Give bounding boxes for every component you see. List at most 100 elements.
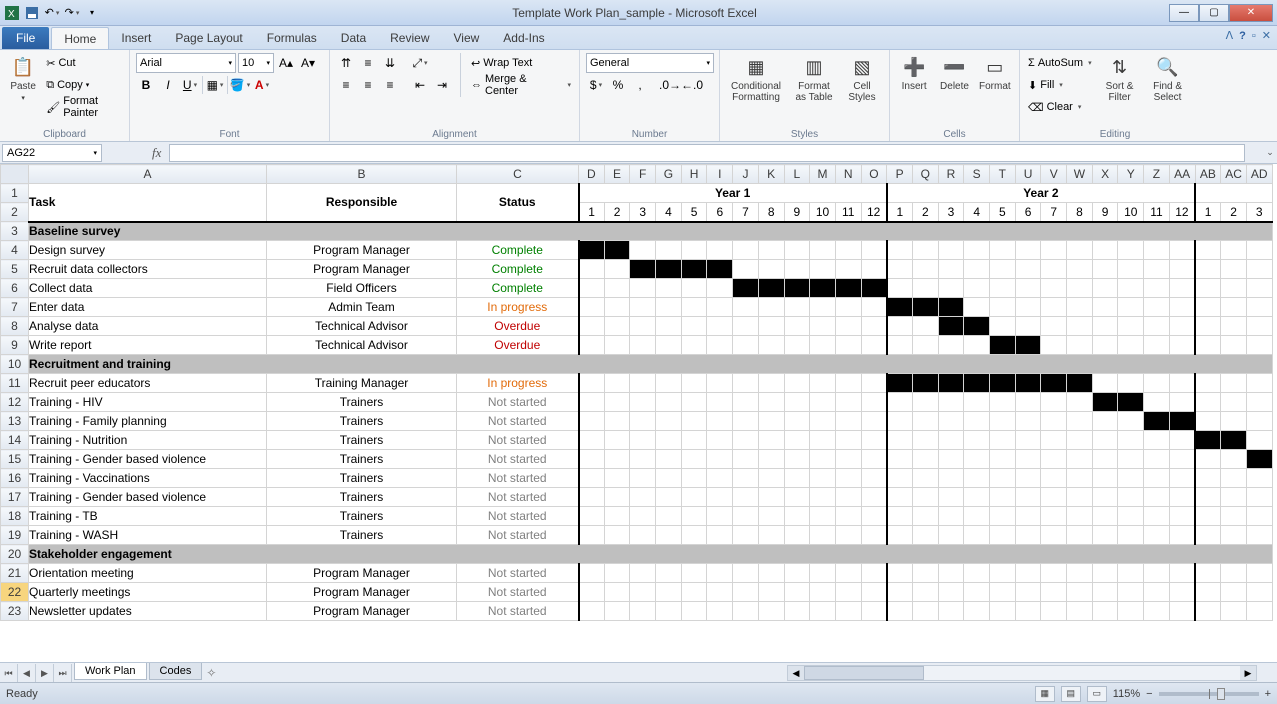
gantt-cell[interactable] — [630, 393, 656, 412]
gantt-cell[interactable] — [784, 412, 810, 431]
format-as-table-button[interactable]: ▥Format as Table — [790, 53, 838, 105]
gantt-cell[interactable] — [681, 469, 707, 488]
gantt-cell[interactable] — [784, 583, 810, 602]
gantt-cell[interactable] — [656, 450, 682, 469]
gantt-cell[interactable] — [758, 583, 784, 602]
gantt-cell[interactable] — [579, 602, 605, 621]
gantt-cell[interactable] — [887, 279, 913, 298]
gantt-cell[interactable] — [681, 336, 707, 355]
gantt-cell[interactable] — [1195, 279, 1221, 298]
row-header[interactable]: 15 — [1, 450, 29, 469]
gantt-cell[interactable] — [938, 488, 964, 507]
cell-responsible[interactable]: Admin Team — [267, 298, 457, 317]
gantt-cell[interactable] — [1169, 317, 1195, 336]
row-header[interactable]: 16 — [1, 469, 29, 488]
gantt-cell[interactable] — [1144, 488, 1170, 507]
gantt-cell[interactable] — [1221, 431, 1247, 450]
sheet-next-icon[interactable]: ▶ — [36, 664, 54, 682]
column-header[interactable]: A — [29, 165, 267, 184]
gantt-cell[interactable] — [579, 469, 605, 488]
gantt-cell[interactable] — [810, 602, 836, 621]
gantt-cell[interactable] — [1246, 298, 1272, 317]
gantt-cell[interactable] — [1067, 336, 1093, 355]
gantt-cell[interactable] — [861, 317, 887, 336]
gantt-cell[interactable] — [758, 279, 784, 298]
accounting-format-button[interactable]: $ — [586, 75, 606, 95]
gantt-cell[interactable] — [707, 507, 733, 526]
gantt-cell[interactable] — [784, 241, 810, 260]
row-header[interactable]: 10 — [1, 355, 29, 374]
gantt-cell[interactable] — [1169, 260, 1195, 279]
cell-responsible[interactable]: Technical Advisor — [267, 336, 457, 355]
column-header[interactable]: AB — [1195, 165, 1221, 184]
gantt-cell[interactable] — [1118, 336, 1144, 355]
gantt-cell[interactable] — [707, 602, 733, 621]
gantt-cell[interactable] — [964, 336, 990, 355]
gantt-cell[interactable] — [630, 317, 656, 336]
gantt-cell[interactable] — [1041, 431, 1067, 450]
cell-task[interactable]: Enter data — [29, 298, 267, 317]
column-header[interactable]: C — [457, 165, 579, 184]
gantt-cell[interactable] — [758, 336, 784, 355]
gantt-cell[interactable] — [707, 431, 733, 450]
gantt-cell[interactable] — [1144, 260, 1170, 279]
gantt-cell[interactable] — [758, 241, 784, 260]
gantt-cell[interactable] — [1067, 393, 1093, 412]
gantt-cell[interactable] — [784, 431, 810, 450]
row-header[interactable]: 8 — [1, 317, 29, 336]
cell-responsible[interactable]: Trainers — [267, 450, 457, 469]
cell-task[interactable]: Design survey — [29, 241, 267, 260]
gantt-cell[interactable] — [758, 469, 784, 488]
gantt-cell[interactable] — [579, 488, 605, 507]
gantt-cell[interactable] — [1092, 317, 1118, 336]
column-header[interactable]: Y — [1118, 165, 1144, 184]
gantt-cell[interactable] — [579, 336, 605, 355]
gantt-cell[interactable] — [1015, 450, 1041, 469]
gantt-cell[interactable] — [1118, 279, 1144, 298]
gantt-cell[interactable] — [835, 602, 861, 621]
cell-status[interactable]: Not started — [457, 488, 579, 507]
cell-responsible[interactable]: Program Manager — [267, 241, 457, 260]
gantt-cell[interactable] — [604, 298, 630, 317]
gantt-cell[interactable] — [810, 564, 836, 583]
gantt-cell[interactable] — [990, 488, 1016, 507]
gantt-cell[interactable] — [1015, 602, 1041, 621]
gantt-cell[interactable] — [990, 583, 1016, 602]
gantt-cell[interactable] — [1246, 602, 1272, 621]
gantt-cell[interactable] — [707, 260, 733, 279]
gantt-cell[interactable] — [887, 412, 913, 431]
sheet-prev-icon[interactable]: ◀ — [18, 664, 36, 682]
gantt-cell[interactable] — [1144, 241, 1170, 260]
merge-center-button[interactable]: ⇔Merge & Center — [469, 75, 573, 95]
gantt-cell[interactable] — [835, 526, 861, 545]
gantt-cell[interactable] — [1221, 393, 1247, 412]
gantt-cell[interactable] — [579, 507, 605, 526]
gantt-cell[interactable] — [758, 507, 784, 526]
gantt-cell[interactable] — [733, 260, 759, 279]
row-header[interactable]: 7 — [1, 298, 29, 317]
gantt-cell[interactable] — [630, 583, 656, 602]
column-header[interactable]: K — [758, 165, 784, 184]
gantt-cell[interactable] — [1144, 431, 1170, 450]
gantt-cell[interactable] — [1246, 507, 1272, 526]
gantt-cell[interactable] — [1092, 374, 1118, 393]
gantt-cell[interactable] — [1169, 469, 1195, 488]
gantt-cell[interactable] — [835, 488, 861, 507]
gantt-cell[interactable] — [656, 393, 682, 412]
gantt-cell[interactable] — [964, 412, 990, 431]
gantt-cell[interactable] — [1118, 564, 1144, 583]
gantt-cell[interactable] — [758, 393, 784, 412]
gantt-cell[interactable] — [1246, 450, 1272, 469]
gantt-cell[interactable] — [938, 602, 964, 621]
cell-status[interactable]: Complete — [457, 260, 579, 279]
column-header[interactable]: F — [630, 165, 656, 184]
gantt-cell[interactable] — [1195, 526, 1221, 545]
gantt-cell[interactable] — [707, 526, 733, 545]
gantt-cell[interactable] — [758, 412, 784, 431]
gantt-cell[interactable] — [861, 564, 887, 583]
gantt-cell[interactable] — [784, 260, 810, 279]
column-header[interactable]: S — [964, 165, 990, 184]
gantt-cell[interactable] — [630, 431, 656, 450]
cell-status[interactable]: Not started — [457, 507, 579, 526]
gantt-cell[interactable] — [681, 393, 707, 412]
